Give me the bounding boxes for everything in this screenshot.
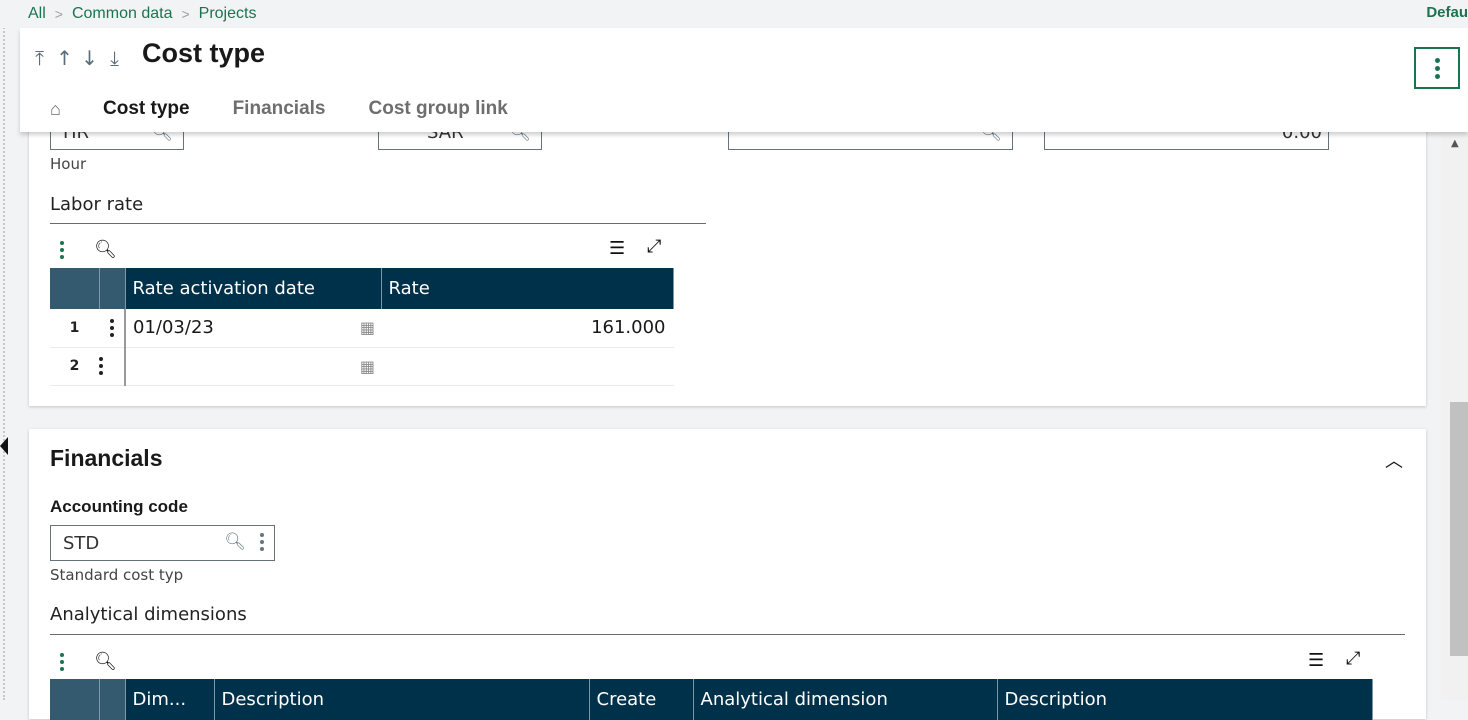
record-navigation: ⤒ ↑ ↓ ⤓: [31, 46, 123, 70]
field-actions-icon[interactable]: [260, 533, 264, 551]
rate-cell[interactable]: [381, 347, 674, 386]
collapse-icon[interactable]: ︿: [1385, 447, 1403, 473]
table-row[interactable]: 1 01/03/23 ▦ 161.000: [50, 309, 674, 348]
accounting-code-description: Standard cost typ: [50, 566, 184, 584]
divider: [50, 223, 706, 224]
table-row[interactable]: 2 ▦: [50, 347, 674, 386]
breadcrumb-projects[interactable]: Projects: [199, 5, 257, 23]
chevron-right-icon: >: [181, 6, 190, 22]
tab-cost-group-link[interactable]: Cost group link: [369, 98, 508, 120]
accounting-code-field[interactable]: STD 🔍︎: [50, 525, 275, 561]
scrollbar[interactable]: ▲: [1441, 132, 1468, 700]
table-actions-icon[interactable]: [60, 240, 64, 259]
calendar-icon[interactable]: ▦: [360, 318, 375, 337]
divider: [50, 634, 1405, 635]
row-actions-icon[interactable]: [99, 357, 124, 375]
tab-cost-type[interactable]: Cost type: [103, 98, 190, 120]
default-link[interactable]: Defau: [1426, 4, 1468, 21]
analytical-dimensions-title: Analytical dimensions: [50, 604, 247, 625]
page-header: ⤒ ↑ ↓ ⤓ Cost type ⌂ Cost type Financials…: [20, 28, 1468, 132]
scroll-up-icon[interactable]: ▲: [1451, 138, 1459, 149]
accounting-code-label: Accounting code: [50, 497, 188, 516]
column-header[interactable]: Rate activation date: [125, 268, 382, 309]
table-actions-icon[interactable]: [60, 652, 64, 671]
scroll-thumb[interactable]: [1450, 402, 1468, 656]
breadcrumb: All > Common data > Projects Defau: [0, 0, 1468, 28]
more-actions-button[interactable]: [1414, 47, 1460, 89]
collapse-panel-icon[interactable]: [0, 437, 8, 455]
section-tabs: ⌂ Cost type Financials Cost group link: [50, 98, 551, 120]
unit-description: Hour: [50, 155, 87, 173]
labor-rate-title: Labor rate: [50, 194, 144, 215]
first-record-icon[interactable]: ⤒: [31, 46, 48, 70]
cost-type-card: HR 🔍︎ Hour SAR 🔍︎ 🔍︎ 0.00 Labor rate 🔍︎ …: [29, 100, 1426, 406]
frame-border: [3, 0, 5, 700]
breadcrumb-common-data[interactable]: Common data: [72, 5, 173, 23]
home-icon[interactable]: ⌂: [50, 99, 70, 120]
row-actions-icon[interactable]: [99, 318, 124, 337]
last-record-icon[interactable]: ⤓: [106, 46, 123, 70]
tab-financials[interactable]: Financials: [233, 98, 326, 120]
analytical-toolbar: 🔍︎: [60, 651, 117, 672]
next-record-icon[interactable]: ↓: [81, 46, 98, 70]
layers-icon[interactable]: ☰: [609, 238, 625, 259]
calendar-icon[interactable]: ▦: [360, 357, 375, 376]
rate-cell[interactable]: 161.000: [381, 309, 674, 348]
financials-title: Financials: [50, 445, 163, 471]
previous-record-icon[interactable]: ↑: [56, 46, 73, 70]
search-icon[interactable]: 🔍︎: [94, 239, 117, 260]
labor-rate-toolbar: 🔍︎: [60, 239, 117, 260]
search-icon[interactable]: 🔍︎: [224, 532, 246, 552]
date-cell[interactable]: ▦: [125, 347, 381, 386]
date-cell[interactable]: 01/03/23 ▦: [125, 309, 381, 348]
column-header[interactable]: Rate: [381, 268, 674, 309]
search-icon[interactable]: 🔍︎: [94, 651, 117, 672]
page-title: Cost type: [142, 38, 266, 68]
expand-icon[interactable]: ⤢: [1346, 648, 1360, 669]
labor-rate-table: Rate activation date Rate 1 01/03/23 ▦ 1…: [50, 268, 674, 386]
expand-icon[interactable]: ⤢: [647, 236, 661, 257]
chevron-right-icon: >: [54, 6, 63, 22]
breadcrumb-all[interactable]: All: [28, 5, 46, 23]
layers-icon[interactable]: ☰: [1308, 650, 1324, 671]
financials-card: Financials ︿ Accounting code STD 🔍︎ Stan…: [29, 429, 1426, 720]
